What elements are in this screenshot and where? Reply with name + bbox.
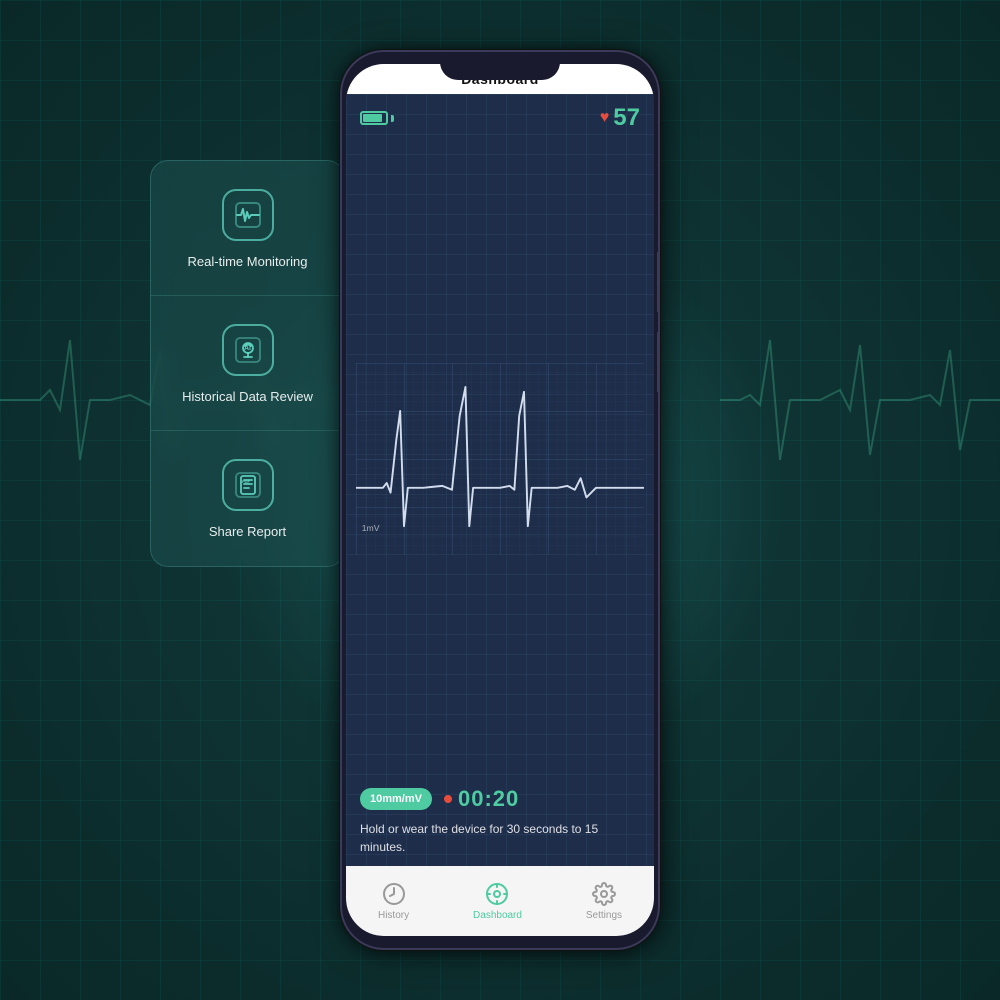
svg-text:1mV: 1mV	[362, 523, 380, 533]
ai-icon: AI	[234, 336, 262, 364]
settings-icon	[592, 882, 616, 906]
instruction-text: Hold or wear the device for 30 seconds t…	[360, 820, 640, 856]
bottom-nav: History Dashboard Settings	[346, 866, 654, 936]
historical-label: Historical Data Review	[182, 388, 313, 406]
battery-fill	[363, 114, 382, 122]
phone-notch	[440, 52, 560, 80]
battery-tip	[391, 115, 394, 122]
svg-text:PDF: PDF	[242, 479, 251, 484]
scale-badge[interactable]: 10mm/mV	[360, 788, 432, 810]
heart-icon: ♥	[600, 109, 610, 127]
nav-dashboard-label: Dashboard	[473, 910, 522, 921]
screen-controls: 10mm/mV 00:20 Hold or wear the device fo…	[346, 778, 654, 866]
screen-body: ♥ 57	[346, 94, 654, 866]
share-label: Share Report	[209, 523, 286, 541]
battery-body	[360, 111, 388, 125]
dashboard-icon	[485, 882, 509, 906]
realtime-label: Real-time Monitoring	[188, 253, 308, 271]
screen-topbar: ♥ 57	[346, 94, 654, 140]
pdf-icon: PDF	[234, 471, 262, 499]
phone-frame: Dashboard ♥ 57	[340, 50, 660, 950]
historical-icon-container: AI	[222, 324, 274, 376]
heart-rate-display: ♥ 57	[600, 104, 640, 132]
feature-share[interactable]: PDF Share Report	[151, 431, 344, 565]
battery-indicator	[360, 111, 394, 125]
feature-realtime[interactable]: Real-time Monitoring	[151, 161, 344, 296]
feature-panel: Real-time Monitoring AI Historical Data …	[150, 160, 345, 567]
phone-button-right1	[657, 252, 660, 312]
heart-rate-value: 57	[613, 104, 640, 132]
ecg-waveform: 1mV	[356, 349, 644, 569]
waveform-icon	[234, 201, 262, 229]
nav-history[interactable]: History	[362, 876, 425, 927]
timer-display: 00:20	[444, 786, 519, 812]
phone-button-right2	[657, 332, 660, 392]
share-icon-container: PDF	[222, 459, 274, 511]
svg-text:AI: AI	[244, 345, 251, 352]
nav-settings-label: Settings	[586, 910, 622, 921]
nav-history-label: History	[378, 910, 409, 921]
timer-value: 00:20	[458, 786, 519, 812]
ecg-chart: 1mV	[346, 140, 654, 778]
controls-row: 10mm/mV 00:20	[360, 786, 640, 812]
nav-dashboard[interactable]: Dashboard	[457, 876, 538, 927]
realtime-icon-container	[222, 189, 274, 241]
timer-dot	[444, 795, 452, 803]
nav-settings[interactable]: Settings	[570, 876, 638, 927]
phone-screen: Dashboard ♥ 57	[346, 64, 654, 936]
feature-historical[interactable]: AI Historical Data Review	[151, 296, 344, 431]
history-icon	[382, 882, 406, 906]
ecg-bg-right	[720, 300, 1000, 500]
